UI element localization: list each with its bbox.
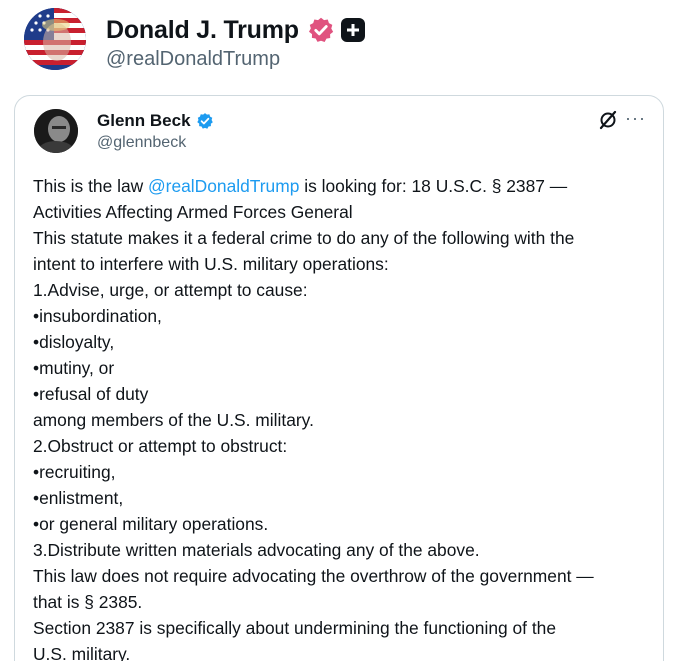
- quoted-handle[interactable]: @glennbeck: [97, 134, 186, 152]
- tweet-line: This is the law @realDonaldTrump is look…: [33, 173, 653, 199]
- tweet-line: 1.Advise, urge, or attempt to cause:: [33, 280, 308, 300]
- grok-icon[interactable]: [598, 110, 618, 130]
- tweet-line: among members of the U.S. military.: [33, 410, 314, 430]
- tweet-line: •disloyalty,: [33, 332, 115, 352]
- tweet-line: intent to interfere with U.S. military o…: [33, 254, 389, 274]
- tweet-line: •enlistment,: [33, 488, 124, 508]
- avatar[interactable]: [24, 8, 86, 70]
- tweet-line: •mutiny, or: [33, 358, 115, 378]
- quoted-post[interactable]: Glenn Beck @glennbeck ··· This is the la…: [14, 95, 664, 661]
- quoted-name-row: Glenn Beck: [97, 111, 214, 131]
- tweet-text-prefix: This is the law: [33, 176, 149, 196]
- display-name-row: Donald J. Trump: [106, 14, 365, 46]
- mention-link[interactable]: @realDonaldTrump: [148, 176, 299, 196]
- tweet-line: •insubordination,: [33, 306, 162, 326]
- tweet-line: 2.Obstruct or attempt to obstruct:: [33, 436, 288, 456]
- tweet-line: that is § 2385.: [33, 592, 143, 612]
- tweet-text: This is the law @realDonaldTrump is look…: [33, 173, 653, 661]
- quoted-avatar-image: [34, 109, 78, 153]
- tweet-line: •refusal of duty: [33, 384, 149, 404]
- verified-badge-pink-icon: [308, 17, 333, 43]
- verified-badge-blue-icon: [196, 113, 213, 129]
- tweet-line: Activities Affecting Armed Forces Genera…: [33, 202, 353, 222]
- tweet-line: Section 2387 is specifically about under…: [33, 618, 557, 638]
- plus-icon: [340, 18, 365, 42]
- tweet-line: •or general military operations.: [33, 514, 269, 534]
- post-header: Donald J. Trump @realDonaldTrump: [0, 0, 680, 84]
- tweet-line: U.S. military.: [33, 644, 131, 661]
- tweet-text-suffix: is looking for: 18 U.S.C. § 2387 —: [299, 176, 568, 196]
- avatar-flag-image: [24, 8, 86, 70]
- quoted-display-name[interactable]: Glenn Beck: [97, 111, 191, 131]
- quoted-avatar[interactable]: [34, 109, 78, 153]
- more-options-icon[interactable]: ···: [625, 108, 646, 129]
- handle[interactable]: @realDonaldTrump: [106, 48, 280, 71]
- tweet-line: •recruiting,: [33, 462, 116, 482]
- display-name[interactable]: Donald J. Trump: [106, 16, 299, 45]
- tweet-line: This law does not require advocating the…: [33, 566, 594, 586]
- tweet-line: 3.Distribute written materials advocatin…: [33, 540, 480, 560]
- tweet-line: This statute makes it a federal crime to…: [33, 228, 575, 248]
